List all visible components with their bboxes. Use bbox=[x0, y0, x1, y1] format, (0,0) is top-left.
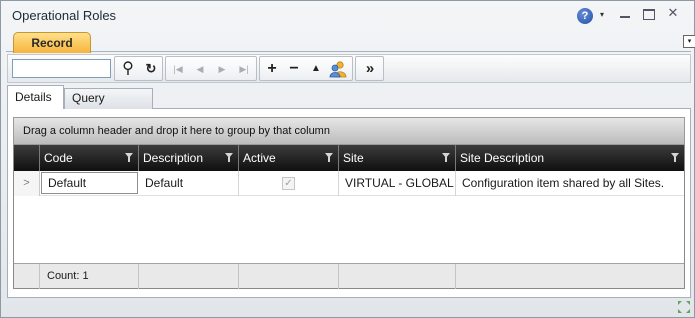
last-record-icon[interactable]: ▶| bbox=[233, 59, 255, 79]
move-up-icon[interactable]: ▲ bbox=[305, 59, 327, 79]
footer-cell bbox=[456, 264, 684, 289]
cell-site-description[interactable]: Configuration item shared by all Sites. bbox=[456, 171, 684, 196]
maximize-icon[interactable] bbox=[642, 7, 656, 21]
table-row[interactable]: > Default Default ✓ VIRTUAL - GLOBAL Con… bbox=[14, 171, 684, 196]
first-record-icon[interactable]: |◀ bbox=[167, 59, 189, 79]
column-header-description[interactable]: Description bbox=[139, 145, 239, 171]
navigation-button-group: |◀ ◀ ▶ ▶| bbox=[165, 56, 257, 81]
column-header-code[interactable]: Code bbox=[40, 145, 139, 171]
cell-description[interactable]: Default bbox=[139, 171, 239, 196]
more-button-group: » bbox=[355, 56, 384, 81]
tab-details[interactable]: Details bbox=[7, 85, 64, 110]
filter-icon[interactable] bbox=[125, 152, 133, 162]
column-header-site-description[interactable]: Site Description bbox=[456, 145, 684, 171]
column-header-label: Code bbox=[44, 151, 73, 165]
refresh-icon[interactable]: ↻ bbox=[140, 59, 162, 79]
add-icon[interactable]: + bbox=[261, 59, 283, 79]
ribbon-bar: Record ▾ bbox=[6, 32, 695, 53]
footer-cell bbox=[339, 264, 456, 289]
footer-cell bbox=[139, 264, 239, 289]
filter-icon[interactable] bbox=[225, 152, 233, 162]
more-options-icon[interactable]: » bbox=[359, 59, 381, 79]
footer-cell bbox=[239, 264, 339, 289]
ribbon-menu-icon[interactable]: ▾ bbox=[683, 35, 695, 48]
edit-button-group: + − ▲ bbox=[259, 56, 353, 81]
close-icon[interactable]: ✕ bbox=[666, 6, 680, 21]
roles-grid: Code Description Active Site Site Descri… bbox=[13, 145, 685, 289]
footer-indicator-cell bbox=[14, 264, 40, 289]
search-button-group: ⚲ ↻ bbox=[114, 56, 163, 81]
filter-icon[interactable] bbox=[671, 152, 679, 162]
grid-header: Code Description Active Site Site Descri… bbox=[14, 145, 684, 171]
cell-code[interactable]: Default bbox=[41, 172, 138, 194]
column-header-label: Active bbox=[243, 151, 276, 165]
record-toolbar: ⚲ ↻ |◀ ◀ ▶ ▶| + − ▲ » bbox=[7, 54, 691, 83]
column-header-label: Site bbox=[343, 151, 364, 165]
filter-icon[interactable] bbox=[325, 152, 333, 162]
delete-icon[interactable]: − bbox=[283, 59, 305, 79]
footer-count: Count: 1 bbox=[40, 264, 139, 289]
previous-record-icon[interactable]: ◀ bbox=[189, 59, 211, 79]
tab-query-builder[interactable]: Query Builder bbox=[64, 88, 153, 124]
window-title: Operational Roles bbox=[12, 8, 117, 23]
column-header-active[interactable]: Active bbox=[239, 145, 339, 171]
group-by-panel[interactable]: Drag a column header and drop it here to… bbox=[13, 117, 685, 145]
search-input[interactable] bbox=[12, 59, 111, 78]
search-icon[interactable]: ⚲ bbox=[117, 59, 139, 79]
title-bar: Operational Roles ? ▾ ✕ bbox=[1, 1, 694, 29]
users-icon[interactable] bbox=[327, 59, 349, 79]
header-indicator-cell bbox=[14, 145, 40, 171]
active-checkbox[interactable]: ✓ bbox=[282, 177, 295, 190]
row-indicator-icon[interactable]: > bbox=[14, 171, 40, 196]
cell-site[interactable]: VIRTUAL - GLOBAL bbox=[339, 171, 456, 196]
minimize-icon[interactable] bbox=[618, 7, 632, 21]
filter-icon[interactable] bbox=[442, 152, 450, 162]
help-dropdown-caret-icon[interactable]: ▾ bbox=[600, 10, 604, 19]
resize-grip-icon[interactable] bbox=[676, 299, 692, 315]
operational-roles-window: Operational Roles ? ▾ ✕ Record ▾ ⚲ ↻ |◀ … bbox=[0, 0, 695, 318]
help-icon[interactable]: ? bbox=[577, 8, 593, 24]
details-panel: Drag a column header and drop it here to… bbox=[7, 109, 691, 298]
column-header-label: Description bbox=[143, 151, 204, 165]
tab-record[interactable]: Record bbox=[13, 32, 91, 53]
column-header-label: Site Description bbox=[460, 151, 545, 165]
column-header-site[interactable]: Site bbox=[339, 145, 456, 171]
cell-active[interactable]: ✓ bbox=[239, 171, 339, 196]
grid-footer: Count: 1 bbox=[14, 263, 684, 289]
detail-tabs: Details Query Builder bbox=[7, 85, 691, 124]
next-record-icon[interactable]: ▶ bbox=[211, 59, 233, 79]
